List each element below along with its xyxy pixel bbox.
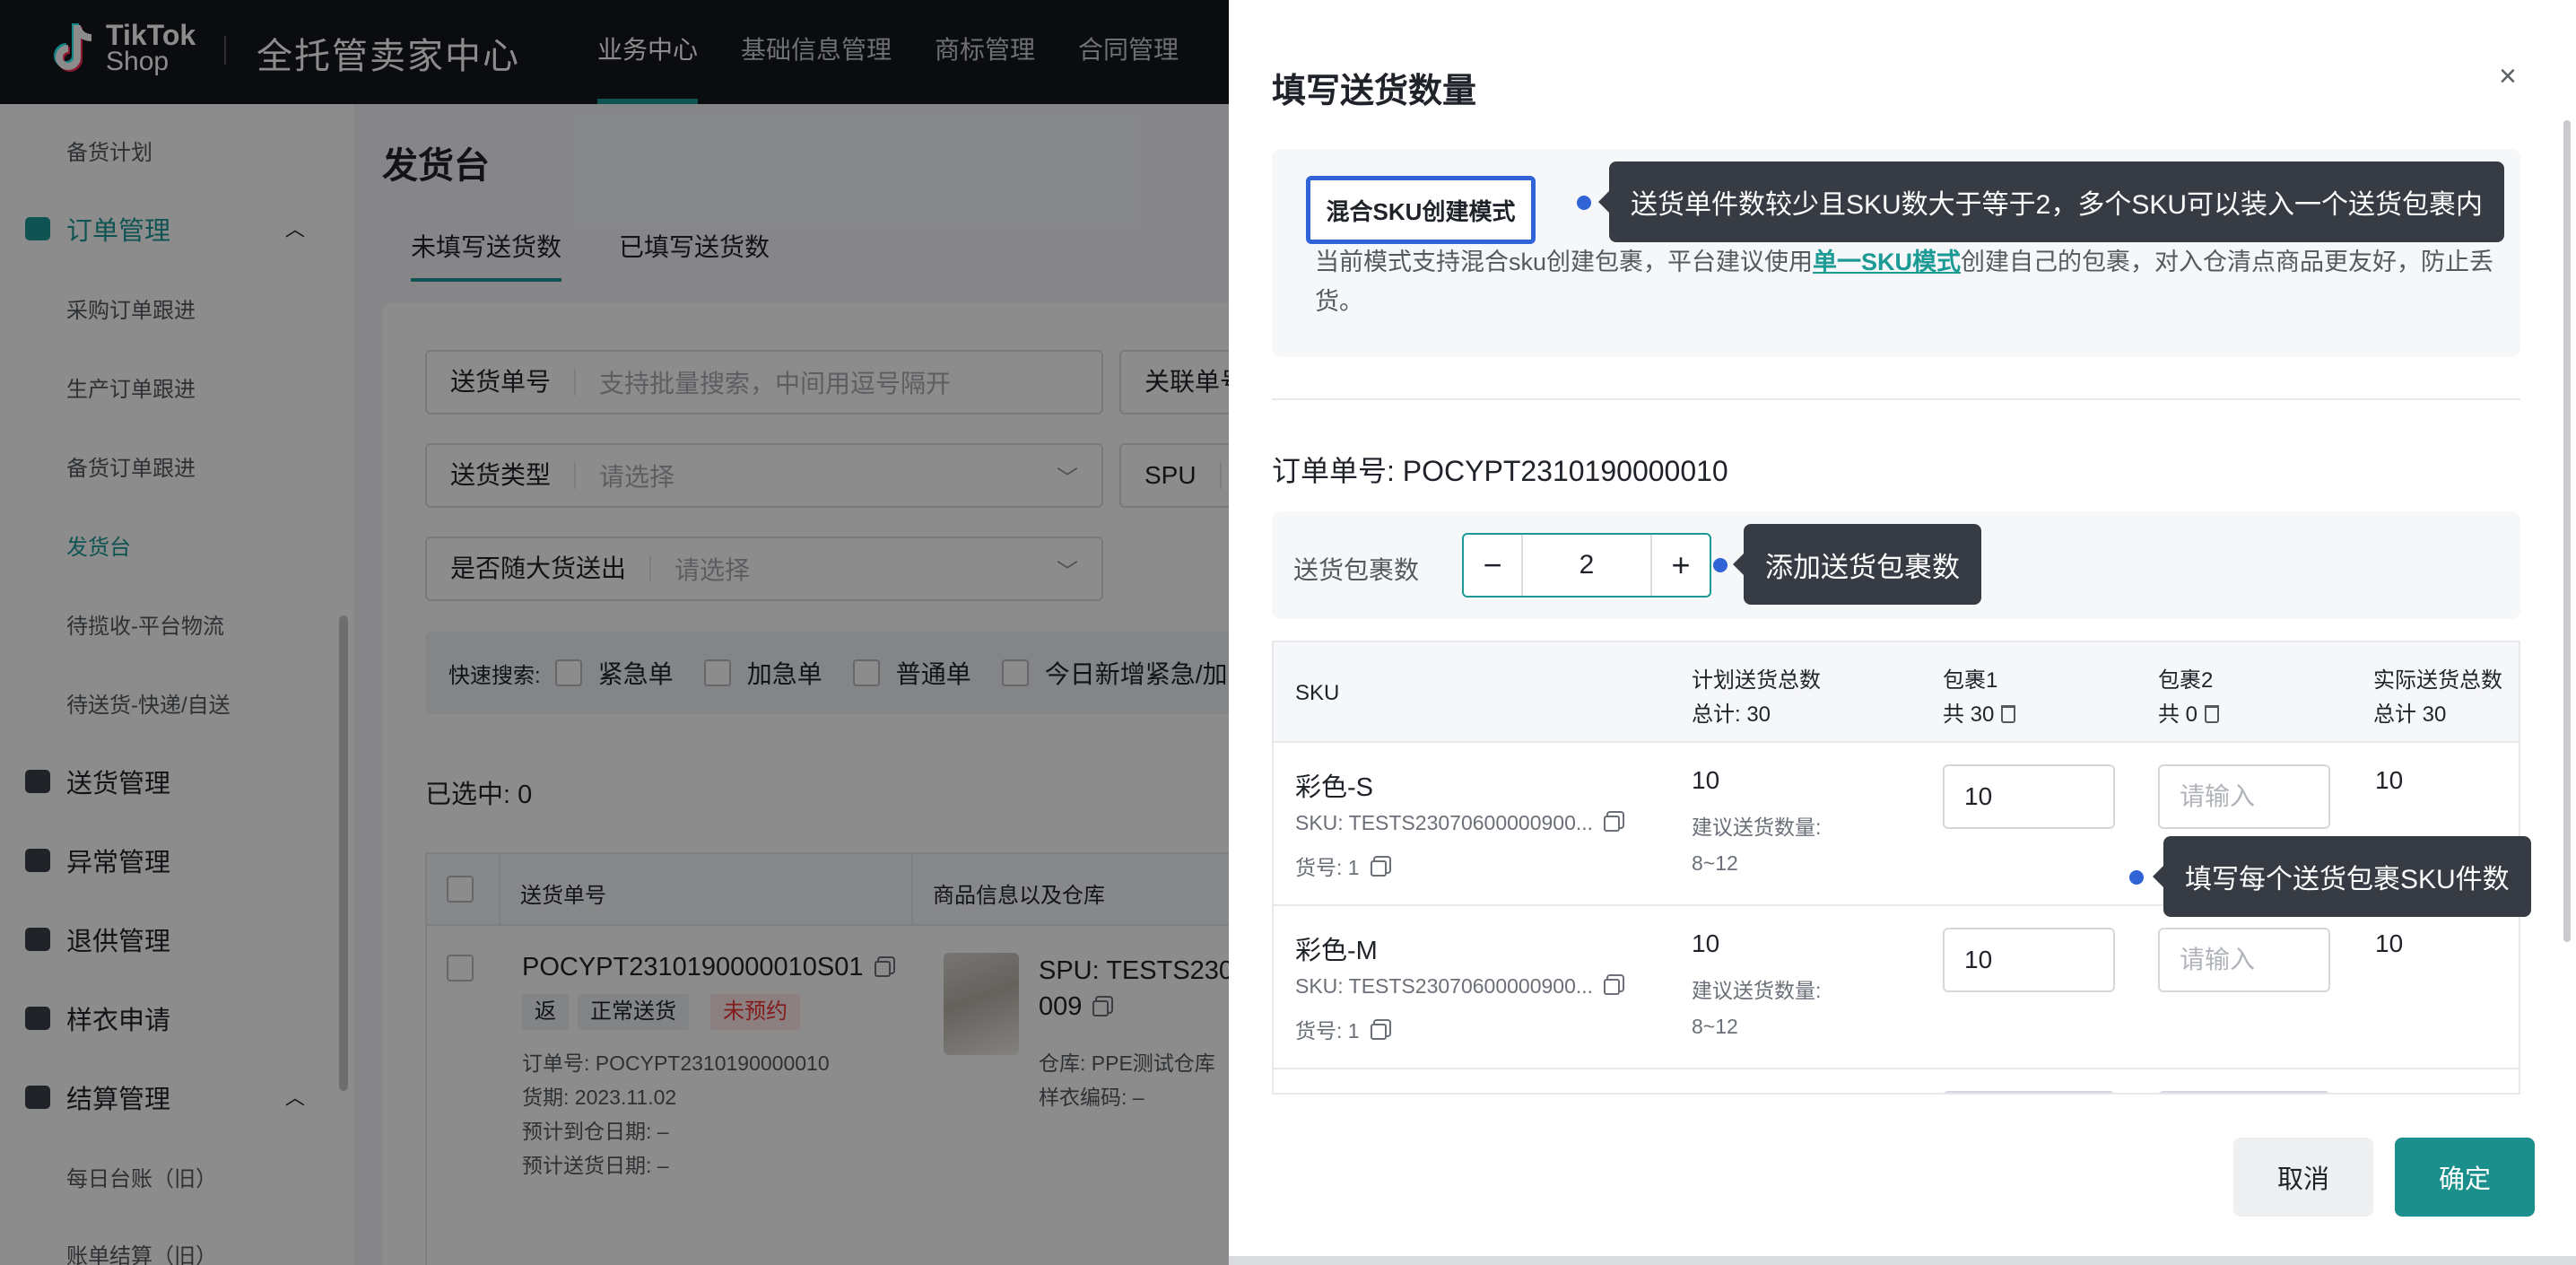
th-plan-label: 计划送货总数 xyxy=(1692,668,1821,693)
package-1-quantity-input[interactable]: 10 xyxy=(1943,764,2115,829)
package-2-quantity-input[interactable]: 请输入 xyxy=(2158,928,2330,992)
package-stepper[interactable]: − 2 + xyxy=(1462,533,1711,598)
suggest-label: 建议送货数量: xyxy=(1692,816,1822,839)
plan-quantity: 10 xyxy=(1692,766,1720,794)
drawer-title: 填写送货数量 xyxy=(1272,73,1477,110)
actual-quantity: 10 xyxy=(2375,766,2404,794)
suggest-range: 8~12 xyxy=(1692,1015,1738,1038)
th-actual-label: 实际送货总数 xyxy=(2373,668,2502,693)
suggested-quantity: 建议送货数量: 8~12 xyxy=(1692,973,1821,1044)
actual-quantity: 10 xyxy=(2375,929,2404,957)
th-actual-sub: 总计 30 xyxy=(2373,702,2447,727)
mode-desc-text: 当前模式支持混合sku创建包裹，平台建议使用 xyxy=(1315,249,1814,275)
cancel-button[interactable]: 取消 xyxy=(2233,1138,2373,1217)
sku-row: 彩色-M SKU: TESTS23070600000900... 货号: 1 1… xyxy=(1274,906,2519,1069)
th-pkg2-label: 包裹2 xyxy=(2158,668,2214,693)
copy-icon[interactable] xyxy=(1370,1024,1387,1040)
sku-name: 彩色-S xyxy=(1295,773,1374,802)
item-no-text: 货号: 1 xyxy=(1295,856,1360,879)
order-number: 订单单号: POCYPT2310190000010 xyxy=(1272,455,1728,487)
drawer-divider xyxy=(1272,398,2520,400)
copy-icon[interactable] xyxy=(1604,816,1621,832)
single-sku-mode-link[interactable]: 单一SKU模式 xyxy=(1813,249,1961,275)
modal-mask[interactable] xyxy=(0,0,1229,1265)
trash-icon[interactable] xyxy=(2001,705,2016,723)
th-plan-total: 计划送货总数 总计: 30 xyxy=(1692,664,1821,732)
sku-table-header: SKU 计划送货总数 总计: 30 包裹1 共 30 包裹2 共 0 实际送货总… xyxy=(1274,642,2519,743)
trash-icon[interactable] xyxy=(2205,705,2220,723)
mixed-sku-mode-button[interactable]: 混合SKU创建模式 xyxy=(1306,176,1536,244)
suggest-label: 建议送货数量: xyxy=(1692,979,1822,1002)
guide-dot xyxy=(1577,196,1591,210)
sku-code-text: SKU: TESTS23070600000900... xyxy=(1295,811,1594,834)
plus-icon[interactable]: + xyxy=(1650,535,1710,596)
item-no-text: 货号: 1 xyxy=(1295,1019,1360,1043)
close-icon[interactable]: × xyxy=(2499,59,2517,94)
th-pkg1-label: 包裹1 xyxy=(1943,668,1998,693)
per-package-guide-tooltip: 填写每个送货包裹SKU件数 xyxy=(2153,836,2531,917)
package-2-quantity-input[interactable] xyxy=(2158,1091,2330,1093)
th-plan-sub: 总计: 30 xyxy=(1692,702,1771,727)
suggested-quantity: 建议送货数量: 8~12 xyxy=(1692,809,1821,881)
guide-dot xyxy=(2129,870,2144,885)
horizontal-scrollbar[interactable] xyxy=(1229,1256,2576,1265)
sku-code: SKU: TESTS23070600000900... xyxy=(1295,974,1621,999)
guide-dot xyxy=(1713,558,1727,572)
th-sku: SKU xyxy=(1295,681,1340,705)
plan-quantity: 10 xyxy=(1692,929,1720,957)
package-2-quantity-input[interactable]: 请输入 xyxy=(2158,764,2330,829)
package-count-value[interactable]: 2 xyxy=(1523,535,1650,596)
th-actual-total: 实际送货总数 总计 30 xyxy=(2373,664,2502,732)
mode-guide-tooltip: 送货单件数较少且SKU数大于等于2，多个SKU可以装入一个送货包裹内 xyxy=(1597,161,2505,242)
th-package-1: 包裹1 共 30 xyxy=(1943,664,2016,732)
mode-description: 当前模式支持混合sku创建包裹，平台建议使用单一SKU模式创建自己的包裹，对入仓… xyxy=(1315,242,2499,321)
th-pkg2-sub: 共 0 xyxy=(2158,702,2198,727)
package-1-quantity-input[interactable] xyxy=(1943,1091,2115,1093)
confirm-button[interactable]: 确定 xyxy=(2395,1138,2535,1217)
package-count-label: 送货包裹数 xyxy=(1293,556,1420,584)
sku-name: 彩色-M xyxy=(1295,937,1378,965)
minus-icon[interactable]: − xyxy=(1464,535,1523,596)
drawer-scrollbar[interactable] xyxy=(2563,120,2571,942)
package-1-quantity-input[interactable]: 10 xyxy=(1943,928,2115,992)
sku-item-no: 货号: 1 xyxy=(1295,851,1387,881)
package-guide-tooltip: 添加送货包裹数 xyxy=(1733,524,1981,605)
th-package-2: 包裹2 共 0 xyxy=(2158,664,2220,732)
sku-item-no: 货号: 1 xyxy=(1295,1014,1387,1044)
copy-icon[interactable] xyxy=(1604,979,1621,995)
th-pkg1-sub: 共 30 xyxy=(1943,702,1995,727)
copy-icon[interactable] xyxy=(1370,860,1387,877)
sku-code-text: SKU: TESTS23070600000900... xyxy=(1295,974,1594,998)
sku-code: SKU: TESTS23070600000900... xyxy=(1295,811,1621,835)
suggest-range: 8~12 xyxy=(1692,851,1738,875)
sku-row-partial xyxy=(1274,1069,2519,1093)
